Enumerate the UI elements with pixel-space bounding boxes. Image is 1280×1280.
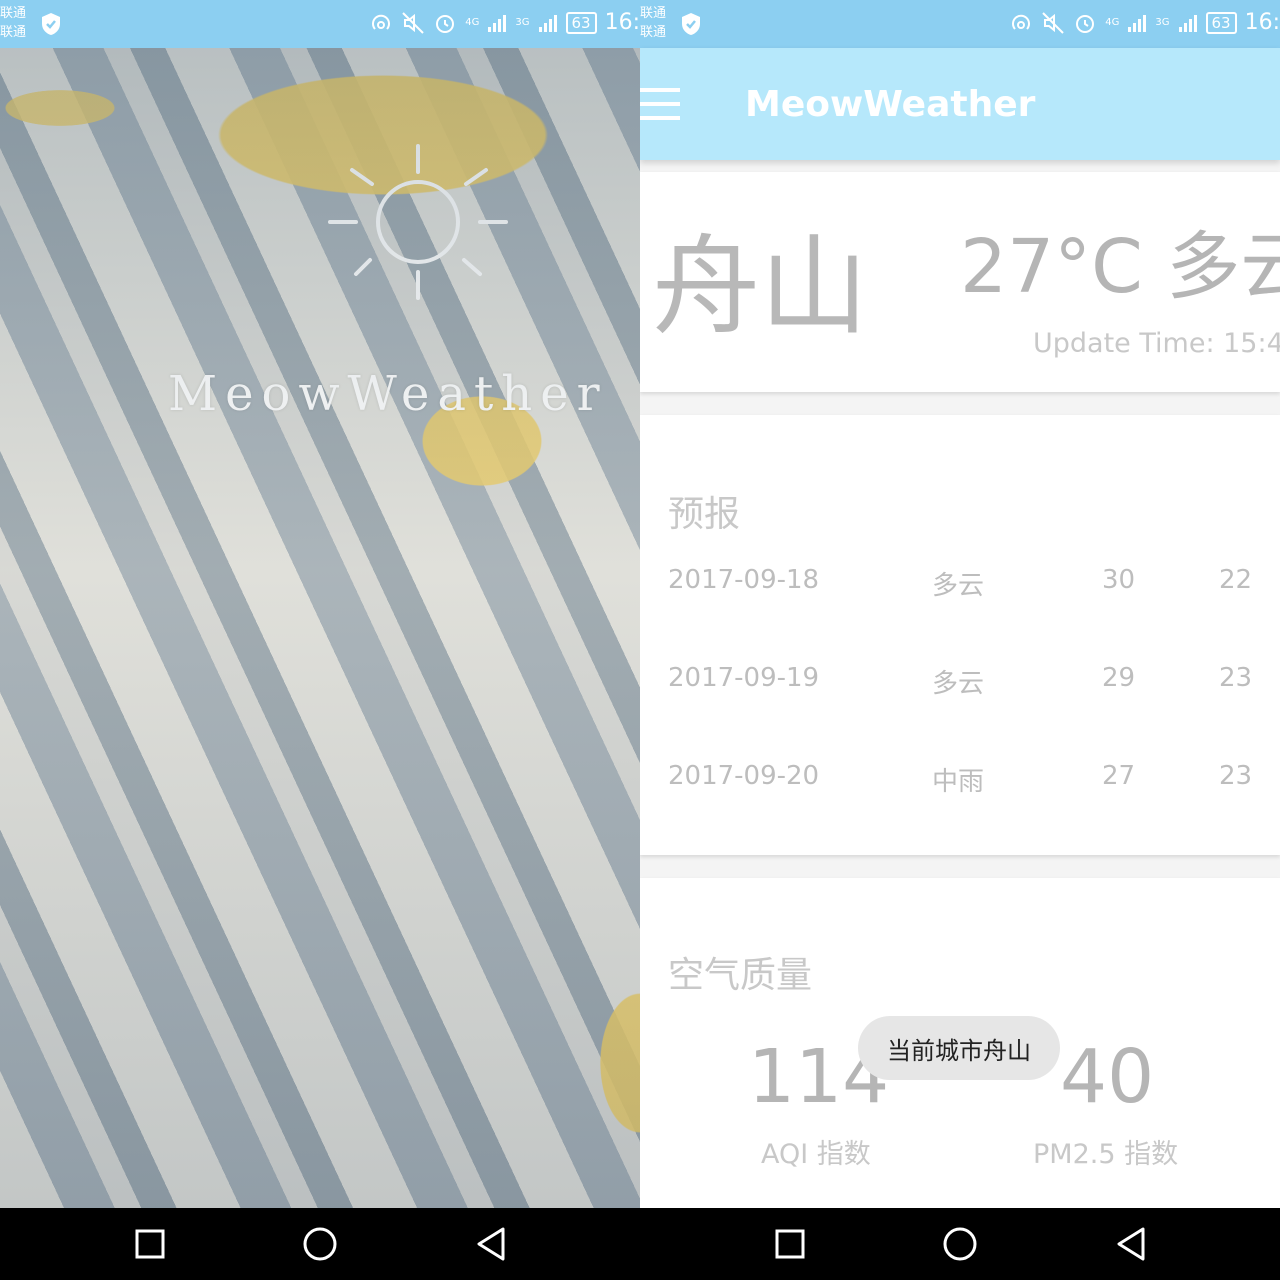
forecast-info: 中雨 xyxy=(932,767,985,797)
circle-nav-icon xyxy=(943,1227,977,1261)
mute-icon xyxy=(402,11,424,34)
splash-screen: MeowWeather 联通 联通 4G 3G 63 16: xyxy=(0,0,640,1280)
back-nav-icon xyxy=(1117,1227,1144,1261)
pm25-value: 40 xyxy=(1060,1034,1155,1120)
carrier-1: 联通 xyxy=(640,6,667,21)
current-temperature: 27°C 多云 xyxy=(960,224,1280,310)
signal-icon xyxy=(488,14,507,32)
forecast-card: 预报 2017-09-18 多云 30 22 2017-09-19 多云 29 … xyxy=(640,415,1280,855)
pm25-label: PM2.5 指数 xyxy=(1033,1139,1179,1170)
forecast-row: 2017-09-20 中雨 27 23 xyxy=(640,761,1280,801)
aqi-label: AQI 指数 xyxy=(761,1139,871,1170)
net-4g-label: 4G xyxy=(465,17,480,28)
splash-background: MeowWeather xyxy=(0,48,640,1208)
status-icons: 4G 3G 63 16: xyxy=(369,10,640,35)
navigation-bar xyxy=(0,1208,640,1280)
splash-title: MeowWeather xyxy=(168,366,608,422)
weather-screen: 联通 联通 4G 3G 63 16: MeowWeather 舟山 27°C 多… xyxy=(640,0,1280,1280)
net-3g-label: 3G xyxy=(515,17,530,28)
forecast-row: 2017-09-18 多云 30 22 xyxy=(640,565,1280,605)
back-button[interactable] xyxy=(1110,1223,1152,1265)
shield-icon xyxy=(682,13,700,35)
status-icons: 4G 3G 63 16: xyxy=(1009,10,1280,35)
app-title: MeowWeather xyxy=(745,84,1036,125)
recent-apps-button[interactable] xyxy=(129,1223,171,1265)
forecast-info: 多云 xyxy=(932,669,985,699)
forecast-max: 30 xyxy=(1102,565,1136,595)
navigation-bar xyxy=(640,1208,1280,1280)
signal-icon xyxy=(538,14,557,32)
mute-icon xyxy=(1042,11,1064,34)
carrier-2: 联通 xyxy=(0,25,27,40)
carrier-labels: 联通 联通 xyxy=(0,4,26,42)
forecast-min: 23 xyxy=(1219,761,1253,791)
sun-icon xyxy=(328,144,508,300)
forecast-min: 23 xyxy=(1219,663,1253,693)
alarm-icon xyxy=(1076,14,1095,33)
net-3g-label: 3G xyxy=(1155,17,1170,28)
circle-nav-icon xyxy=(303,1227,337,1261)
carrier-labels: 联通 联通 xyxy=(640,4,666,42)
status-time: 16: xyxy=(1244,10,1280,35)
back-button[interactable] xyxy=(470,1223,512,1265)
forecast-info: 多云 xyxy=(932,571,985,601)
status-bar: 联通 联通 4G 3G 63 16: xyxy=(0,0,640,48)
home-button[interactable] xyxy=(299,1223,341,1265)
now-card: 舟山 27°C 多云 Update Time: 15:4€ xyxy=(640,172,1280,392)
toast-message: 当前城市舟山 xyxy=(858,1016,1060,1080)
recent-apps-button[interactable] xyxy=(769,1223,811,1265)
aqi-title: 空气质量 xyxy=(668,955,813,996)
menu-icon[interactable] xyxy=(640,88,680,120)
battery-indicator: 63 xyxy=(565,11,597,34)
forecast-min: 22 xyxy=(1219,565,1253,595)
forecast-title: 预报 xyxy=(668,494,741,535)
hotspot-icon xyxy=(372,14,391,30)
net-4g-label: 4G xyxy=(1105,17,1120,28)
carrier-2: 联通 xyxy=(640,25,667,40)
forecast-date: 2017-09-20 xyxy=(668,761,820,791)
carrier-1: 联通 xyxy=(0,6,27,21)
status-time: 16: xyxy=(604,10,640,35)
shield-icon xyxy=(42,13,60,35)
back-nav-icon xyxy=(477,1227,504,1261)
forecast-date: 2017-09-18 xyxy=(668,565,820,595)
alarm-icon xyxy=(436,14,455,33)
app-bar: MeowWeather xyxy=(640,48,1280,160)
status-bar: 联通 联通 4G 3G 63 16: xyxy=(640,0,1280,48)
forecast-row: 2017-09-19 多云 29 23 xyxy=(640,663,1280,703)
home-button[interactable] xyxy=(939,1223,981,1265)
forecast-max: 29 xyxy=(1102,663,1136,693)
update-time: Update Time: 15:4€ xyxy=(1033,328,1280,359)
signal-icon xyxy=(1178,14,1197,32)
signal-icon xyxy=(1128,14,1147,32)
square-nav-icon xyxy=(775,1229,804,1259)
hotspot-icon xyxy=(1012,14,1031,30)
forecast-max: 27 xyxy=(1102,761,1136,791)
forecast-date: 2017-09-19 xyxy=(668,663,820,693)
city-name: 舟山 xyxy=(652,225,869,350)
battery-indicator: 63 xyxy=(1205,11,1237,34)
square-nav-icon xyxy=(135,1229,164,1259)
